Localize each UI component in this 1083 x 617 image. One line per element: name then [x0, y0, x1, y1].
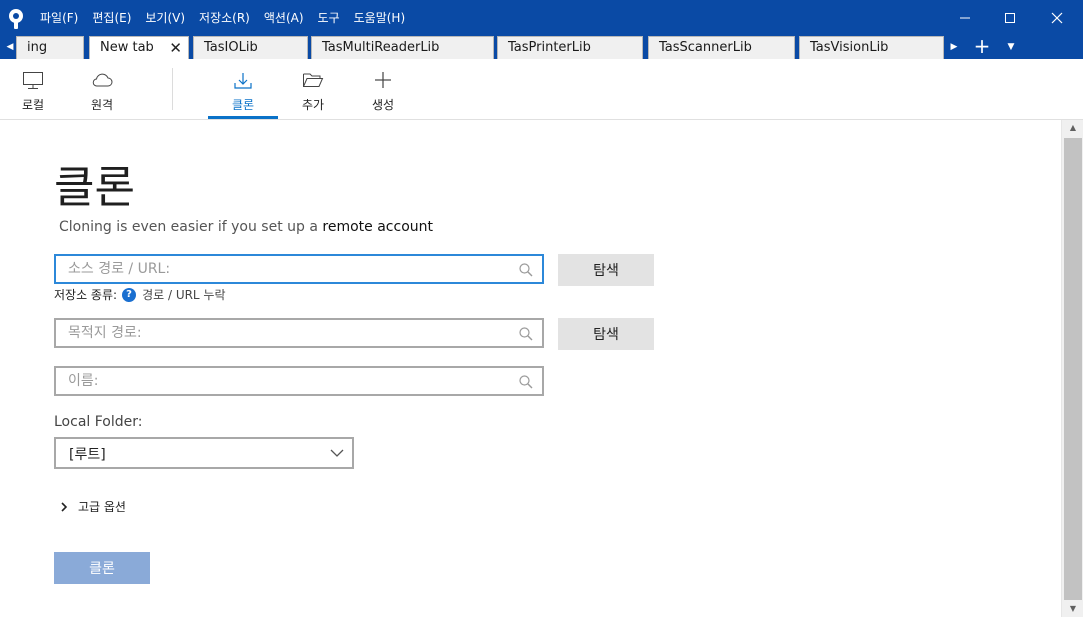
scrollbar-thumb[interactable] [1064, 138, 1082, 600]
toolbar-remote-label: 원격 [90, 98, 114, 112]
toolbar-remote-button[interactable]: 원격 [72, 59, 132, 119]
download-icon [234, 73, 252, 89]
tab-list-dropdown[interactable]: ▼ [1004, 35, 1018, 59]
toolbar-create-button[interactable]: 생성 [353, 59, 413, 119]
tab-tasvisionlib[interactable]: TasVisionLib [799, 36, 944, 59]
folder-open-icon [303, 73, 324, 87]
title-bar: 파일(F) 편집(E) 보기(V) 저장소(R) 액션(A) 도구 도움말(H) [0, 0, 1083, 35]
tab-label: TasScannerLib [659, 40, 752, 55]
page-title: 클론 [54, 162, 135, 213]
search-icon [519, 263, 533, 277]
close-window-button[interactable] [1034, 0, 1080, 35]
remote-account-link[interactable]: remote account [322, 219, 433, 235]
tab-tasprinterlib[interactable]: TasPrinterLib [497, 36, 643, 59]
local-folder-value: [루트] [69, 447, 106, 463]
page-subtitle: Cloning is even easier if you set up a r… [59, 219, 433, 235]
name-input[interactable] [68, 368, 510, 394]
search-icon [519, 327, 533, 341]
new-tab-button[interactable]: + [972, 35, 992, 59]
toolbar-local-button[interactable]: 로컬 [3, 59, 63, 119]
plus-icon [375, 72, 391, 88]
toolbar-local-label: 로컬 [21, 98, 45, 112]
destination-path-input[interactable] [68, 320, 510, 346]
repo-type-label: 저장소 종류: [54, 288, 118, 302]
tab-tasmultireaderlib[interactable]: TasMultiReaderLib [311, 36, 494, 59]
menu-bar: 파일(F) 편집(E) 보기(V) 저장소(R) 액션(A) 도구 도움말(H) [40, 0, 419, 35]
repo-type-status: 경로 / URL 누락 [142, 288, 226, 302]
destination-path-field[interactable] [54, 318, 544, 348]
toolbar-divider [172, 68, 173, 110]
toolbar-add-button[interactable]: 추가 [283, 59, 343, 119]
menu-actions[interactable]: 액션(A) [264, 9, 304, 26]
tab-tasiolib[interactable]: TasIOLib [193, 36, 308, 59]
sourcetree-window: 파일(F) 편집(E) 보기(V) 저장소(R) 액션(A) 도구 도움말(H)… [0, 0, 1083, 617]
scroll-up-arrow-icon[interactable]: ▲ [1062, 120, 1083, 136]
tab-close-icon[interactable]: ✕ [169, 37, 182, 59]
toolbar [0, 59, 1083, 120]
monitor-icon [23, 72, 43, 89]
tab-label: TasIOLib [204, 40, 258, 55]
search-icon [519, 375, 533, 389]
tab-partial[interactable]: ing [16, 36, 84, 59]
tab-label: TasPrinterLib [508, 40, 591, 55]
tab-new-tab[interactable]: New tab ✕ [89, 36, 189, 59]
minimize-button[interactable] [942, 0, 988, 35]
chevron-right-icon [61, 501, 68, 512]
tab-label: TasVisionLib [810, 40, 889, 55]
toolbar-clone-label: 클론 [231, 98, 255, 112]
plus-icon: + [973, 34, 991, 58]
help-icon[interactable]: ? [122, 287, 137, 302]
chevron-down-icon [330, 449, 344, 457]
repo-type-row: 저장소 종류: ? 경로 / URL 누락 [54, 286, 226, 303]
toolbar-active-indicator [208, 116, 278, 119]
name-field[interactable] [54, 366, 544, 396]
minimize-icon [960, 17, 970, 18]
maximize-icon [1005, 12, 1015, 23]
clone-button[interactable]: 클론 [54, 552, 150, 584]
source-path-input[interactable] [68, 256, 510, 282]
tab-label: TasMultiReaderLib [322, 40, 440, 55]
toolbar-clone-button[interactable]: 클론 [213, 59, 273, 119]
toolbar-create-label: 생성 [371, 98, 395, 112]
close-icon [1051, 12, 1063, 23]
source-path-field[interactable] [54, 254, 544, 284]
browse-source-button[interactable]: 탐색 [558, 254, 654, 286]
menu-view[interactable]: 보기(V) [145, 9, 185, 26]
local-folder-select[interactable]: [루트] [54, 437, 354, 469]
sourcetree-logo-icon [9, 9, 23, 29]
menu-help[interactable]: 도움말(H) [354, 9, 406, 26]
menu-file[interactable]: 파일(F) [40, 9, 78, 26]
vertical-scrollbar[interactable]: ▲ ▼ [1061, 120, 1083, 617]
tab-label: New tab [100, 40, 154, 55]
advanced-options-toggle[interactable]: 고급 옵션 [60, 498, 126, 515]
tab-tasscannerlib[interactable]: TasScannerLib [648, 36, 795, 59]
advanced-options-label: 고급 옵션 [78, 500, 126, 514]
caret-down-icon: ▼ [1007, 42, 1015, 52]
local-folder-label: Local Folder: [54, 414, 143, 430]
menu-edit[interactable]: 편집(E) [92, 9, 131, 26]
scroll-down-arrow-icon[interactable]: ▼ [1062, 601, 1083, 617]
menu-repository[interactable]: 저장소(R) [199, 9, 250, 26]
tab-scroll-left-button[interactable]: ◀ [4, 36, 16, 59]
browse-destination-button[interactable]: 탐색 [558, 318, 654, 350]
menu-tools[interactable]: 도구 [318, 9, 340, 26]
subtitle-text: Cloning is even easier if you set up a [59, 219, 323, 235]
toolbar-add-label: 추가 [301, 98, 325, 112]
tab-scroll-right-button[interactable]: ▶ [948, 36, 960, 59]
tab-label: ing [27, 40, 48, 55]
maximize-button[interactable] [987, 0, 1033, 35]
cloud-icon [92, 73, 113, 87]
